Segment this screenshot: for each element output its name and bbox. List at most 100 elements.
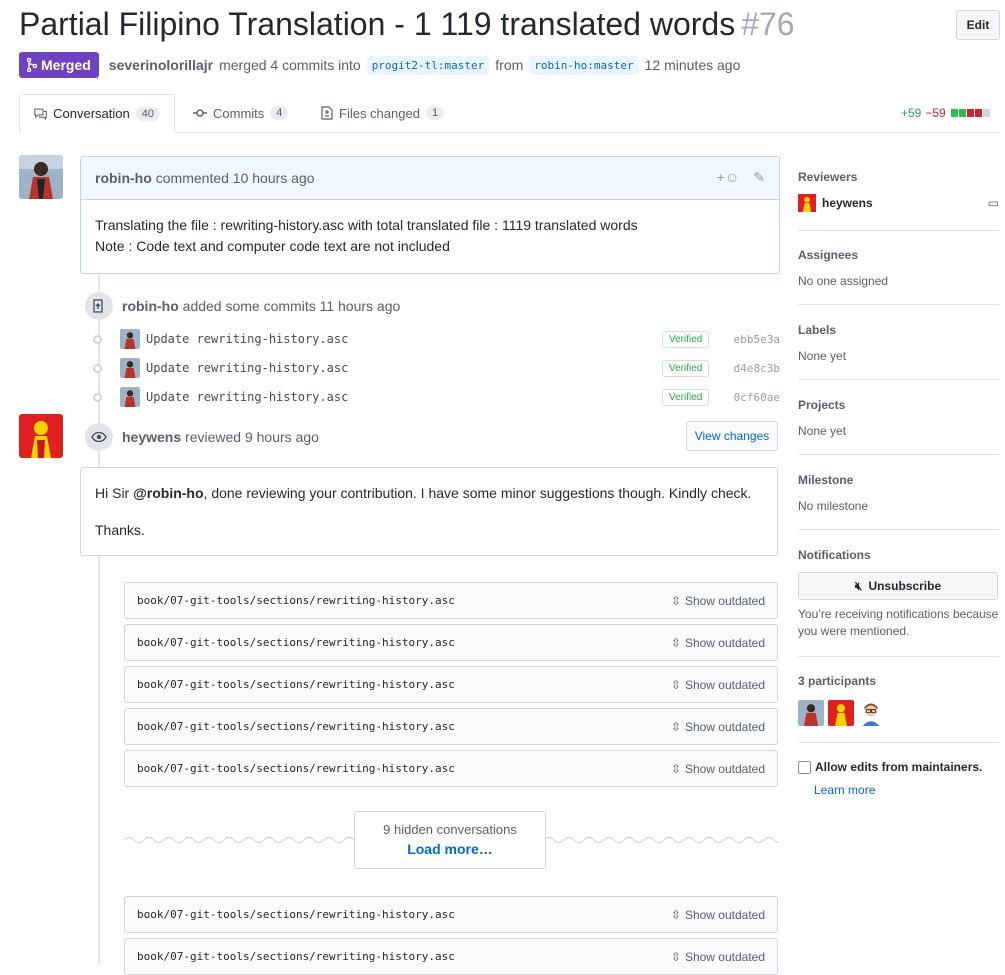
base-branch[interactable]: progit2-tl:master xyxy=(366,55,490,75)
diffstat-blocks xyxy=(950,106,990,120)
show-outdated-button[interactable]: ⇳ Show outdated xyxy=(671,678,765,692)
verified-badge[interactable]: Verified xyxy=(662,388,710,406)
notification-reason: You’re receiving notifications because y… xyxy=(798,607,999,638)
diffstat-additions: +59 xyxy=(901,106,922,120)
show-outdated-button[interactable]: ⇳ Show outdated xyxy=(671,636,765,650)
outdated-file-row: book/07-git-tools/sections/rewriting-his… xyxy=(124,750,778,787)
review-thanks: Thanks. xyxy=(95,522,145,538)
file-path[interactable]: book/07-git-tools/sections/rewriting-his… xyxy=(137,678,455,691)
verified-badge[interactable]: Verified xyxy=(662,330,710,348)
labels-value: None yet xyxy=(798,349,847,363)
sidebar-participants: 3 participants xyxy=(798,674,999,743)
unfold-icon: ⇳ xyxy=(670,949,681,964)
commit-avatar[interactable] xyxy=(120,387,140,407)
tab-commits-count: 4 xyxy=(270,106,289,120)
reviewer-name[interactable]: heywens xyxy=(822,196,873,210)
tab-conversation[interactable]: Conversation 40 xyxy=(19,94,175,133)
pr-title: Partial Filipino Translation - 1 119 tra… xyxy=(19,6,795,43)
unfold-icon: ⇳ xyxy=(670,907,681,922)
comment-icon: ▭ xyxy=(987,196,999,210)
file-path[interactable]: book/07-git-tools/sections/rewriting-his… xyxy=(137,594,455,607)
comment-author[interactable]: robin-ho xyxy=(95,170,152,186)
commit-icon xyxy=(193,109,207,117)
show-outdated-label: Show outdated xyxy=(684,949,765,964)
commit-avatar[interactable] xyxy=(120,358,140,378)
tab-files-changed[interactable]: Files changed 1 xyxy=(307,94,458,132)
participant-avatar[interactable] xyxy=(798,700,824,726)
projects-title[interactable]: Projects xyxy=(798,398,999,412)
commit-row: Update rewriting-history.asc Verified eb… xyxy=(92,328,780,350)
tab-files-label: Files changed xyxy=(339,105,420,121)
merge-text: merged 4 commits into xyxy=(219,57,361,73)
commits-event-text: robin-ho added some commits 11 hours ago xyxy=(122,298,400,314)
labels-title[interactable]: Labels xyxy=(798,323,999,337)
checkbox[interactable] xyxy=(798,760,811,774)
reviewer-item[interactable]: heywens ▭ xyxy=(798,194,999,212)
outdated-file-row: book/07-git-tools/sections/rewriting-his… xyxy=(124,582,778,619)
tab-commits[interactable]: Commits 4 xyxy=(179,94,302,132)
milestone-value: No milestone xyxy=(798,499,869,513)
milestone-title[interactable]: Milestone xyxy=(798,473,999,487)
merger-link[interactable]: severinolorillajr xyxy=(109,57,213,73)
mute-icon: 🔇︎ xyxy=(854,578,863,593)
user-mention[interactable]: @robin-ho xyxy=(133,485,203,501)
show-outdated-button[interactable]: ⇳ Show outdated xyxy=(671,762,765,776)
comment-time: commented 10 hours ago xyxy=(155,170,315,186)
show-outdated-label: Show outdated xyxy=(684,677,765,692)
comment-line-2: Note : Code text and computer code text … xyxy=(95,238,450,254)
sidebar-reviewers: Reviewers heywens ▭ xyxy=(798,170,999,231)
reviewer-avatar xyxy=(798,194,816,212)
commit-message[interactable]: Update rewriting-history.asc xyxy=(146,332,348,346)
assignees-title[interactable]: Assignees xyxy=(798,248,999,262)
head-branch[interactable]: robin-ho:master xyxy=(529,55,639,75)
outdated-file-row: book/07-git-tools/sections/rewriting-his… xyxy=(124,896,778,933)
participant-avatars xyxy=(798,700,999,726)
allow-edits-checkbox[interactable]: Allow edits from maintainers. xyxy=(798,760,982,774)
pr-tabs: Conversation 40 Commits 4 Files changed … xyxy=(19,94,999,133)
verified-badge[interactable]: Verified xyxy=(662,359,710,377)
participants-title: 3 participants xyxy=(798,674,877,688)
show-outdated-button[interactable]: ⇳ Show outdated xyxy=(671,950,765,964)
heywens-avatar-image xyxy=(19,414,63,458)
commit-dot xyxy=(93,363,102,373)
commit-sha[interactable]: d4e8c3b xyxy=(734,362,780,375)
outdated-file-row: book/07-git-tools/sections/rewriting-his… xyxy=(124,708,778,745)
show-outdated-button[interactable]: ⇳ Show outdated xyxy=(671,908,765,922)
commit-sha[interactable]: ebb5e3a xyxy=(734,333,780,346)
learn-more-link[interactable]: Learn more xyxy=(814,783,875,797)
participant-avatar[interactable] xyxy=(828,700,854,726)
commit-sha[interactable]: 0cf60ae xyxy=(734,391,780,404)
unsubscribe-button[interactable]: 🔇︎ Unsubscribe xyxy=(798,572,998,600)
load-more-link[interactable]: Load more… xyxy=(355,841,545,857)
file-path[interactable]: book/07-git-tools/sections/rewriting-his… xyxy=(137,762,455,775)
tab-conversation-count: 40 xyxy=(135,106,160,121)
commit-avatar[interactable] xyxy=(120,329,140,349)
merge-time: 12 minutes ago xyxy=(644,57,741,73)
pencil-icon[interactable]: ✎ xyxy=(753,169,765,186)
unsubscribe-label: Unsubscribe xyxy=(868,579,942,593)
review-author[interactable]: heywens xyxy=(122,429,181,445)
edit-button[interactable]: Edit xyxy=(956,10,1000,40)
avatar[interactable] xyxy=(19,414,63,458)
avatar[interactable] xyxy=(19,155,63,199)
add-reaction-icon[interactable]: +☺ xyxy=(717,169,739,186)
commit-message[interactable]: Update rewriting-history.asc xyxy=(146,361,348,375)
file-path[interactable]: book/07-git-tools/sections/rewriting-his… xyxy=(137,720,455,733)
commit-message[interactable]: Update rewriting-history.asc xyxy=(146,390,348,404)
pr-number: #76 xyxy=(741,6,795,42)
commits-event-author[interactable]: robin-ho xyxy=(122,298,179,314)
hidden-conversations: 9 hidden conversations Load more… xyxy=(354,811,546,869)
commit-row: Update rewriting-history.asc Verified d4… xyxy=(92,357,780,379)
commits-event-action: added some commits 11 hours ago xyxy=(182,298,401,314)
show-outdated-button[interactable]: ⇳ Show outdated xyxy=(671,720,765,734)
sidebar-assignees: Assignees No one assigned xyxy=(798,248,999,305)
participant-avatar[interactable] xyxy=(858,700,884,726)
view-changes-button[interactable]: View changes xyxy=(686,421,778,451)
file-path[interactable]: book/07-git-tools/sections/rewriting-his… xyxy=(137,636,455,649)
file-path[interactable]: book/07-git-tools/sections/rewriting-his… xyxy=(137,950,455,963)
comment-body: Translating the file : rewriting-history… xyxy=(81,200,779,272)
merged-label: Merged xyxy=(41,57,91,73)
show-outdated-button[interactable]: ⇳ Show outdated xyxy=(671,594,765,608)
file-path[interactable]: book/07-git-tools/sections/rewriting-his… xyxy=(137,908,455,921)
reviewers-title[interactable]: Reviewers xyxy=(798,170,999,184)
